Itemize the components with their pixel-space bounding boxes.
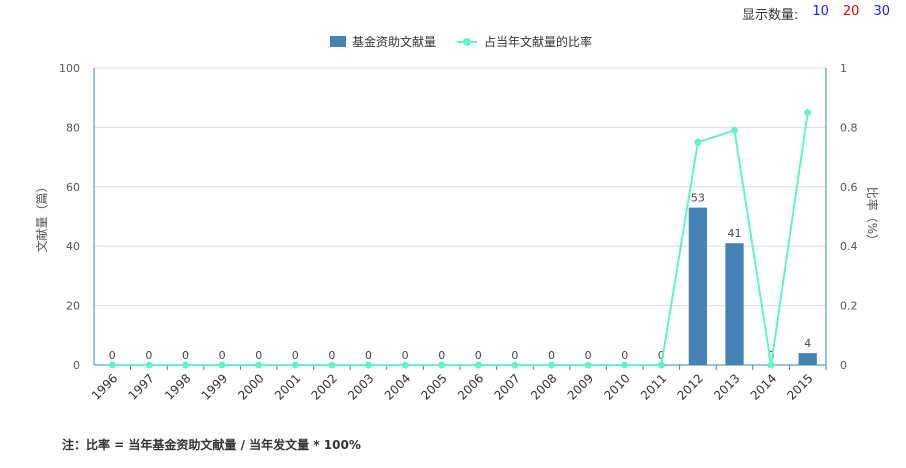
bar-data-label: 0 <box>292 349 299 362</box>
ratio-point <box>182 361 189 369</box>
y-tick-label: 40 <box>66 240 80 253</box>
y2-tick-label: 0.8 <box>840 121 858 134</box>
ratio-point <box>145 361 153 369</box>
ratio-point <box>474 361 482 369</box>
y-tick-label: 60 <box>66 181 80 194</box>
x-tick-label: 2002 <box>309 371 340 402</box>
bar-data-label: 0 <box>511 349 518 362</box>
y-axis-title: 文献量（篇） <box>34 180 49 252</box>
ratio-point <box>767 361 775 369</box>
y2-tick-label: 0 <box>840 359 847 372</box>
ratio-point <box>511 361 519 369</box>
bar-data-label: 0 <box>438 349 445 362</box>
ratio-point <box>438 361 446 369</box>
bar-data-label: 0 <box>365 349 372 362</box>
x-tick-label: 2014 <box>748 371 779 402</box>
bar-data-label: 0 <box>109 349 116 362</box>
x-tick-label: 2009 <box>565 371 596 402</box>
x-tick-label: 2000 <box>235 371 266 402</box>
y-tick-label: 100 <box>59 62 80 75</box>
y2-axis-title: 比率（%） <box>865 187 880 246</box>
bar <box>725 243 744 365</box>
ratio-point <box>731 126 738 134</box>
ratio-note: 注：比率 = 当年基金资助文献量 / 当年发文量 * 100% <box>62 438 361 452</box>
ratio-point <box>694 138 702 146</box>
bar-data-label: 0 <box>219 349 226 362</box>
x-tick-label: 2003 <box>345 371 376 402</box>
x-tick-label: 2007 <box>492 371 523 402</box>
bar-data-label: 0 <box>182 349 189 362</box>
y-tick-label: 20 <box>66 300 80 313</box>
legend-swatch-point <box>463 38 471 46</box>
y2-tick-label: 0.2 <box>840 300 858 313</box>
y-tick-label: 80 <box>66 121 80 134</box>
legend-label-bar: 基金资助文献量 <box>352 34 436 49</box>
x-tick-label: 2011 <box>638 371 669 402</box>
bar-data-label: 53 <box>691 192 705 205</box>
funding-chart: 02040608010000.20.40.60.81文献量（篇） 比率（%）199… <box>34 34 880 403</box>
x-tick-label: 2004 <box>382 371 413 402</box>
ratio-point <box>365 361 372 369</box>
x-tick-label: 2013 <box>711 371 742 402</box>
bar <box>798 353 817 365</box>
ratio-point <box>328 361 336 369</box>
x-tick-label: 1997 <box>126 371 157 402</box>
x-tick-label: 2001 <box>272 371 303 402</box>
x-tick-label: 2010 <box>601 371 632 402</box>
ratio-point <box>291 361 299 369</box>
ratio-point <box>657 361 665 369</box>
bar-data-label: 0 <box>585 349 592 362</box>
ratio-point <box>548 361 555 369</box>
legend-swatch-bar <box>330 36 346 47</box>
ratio-point <box>218 361 226 369</box>
legend-label-line: 占当年文献量的比率 <box>484 34 592 49</box>
bar-data-label: 41 <box>728 227 742 240</box>
x-tick-label: 2015 <box>784 371 815 402</box>
bar <box>688 207 708 365</box>
x-tick-label: 2008 <box>528 371 559 402</box>
ratio-point <box>108 361 116 369</box>
x-tick-label: 1999 <box>199 371 230 402</box>
y2-tick-label: 0.6 <box>840 181 858 194</box>
ratio-point <box>255 361 263 369</box>
bar-data-label: 0 <box>255 349 262 362</box>
ratio-point <box>621 361 629 369</box>
x-tick-label: 2005 <box>418 371 449 402</box>
bar-data-label: 0 <box>621 349 628 362</box>
x-tick-label: 2012 <box>675 371 706 402</box>
bar-data-label: 0 <box>145 349 152 362</box>
x-tick-label: 2006 <box>455 371 486 402</box>
ratio-point <box>804 109 812 117</box>
y2-tick-label: 1 <box>840 62 847 75</box>
ratio-point <box>401 361 409 369</box>
bar-data-label: 0 <box>328 349 335 362</box>
bar-data-label: 4 <box>804 337 811 350</box>
y-tick-label: 0 <box>73 359 80 372</box>
ratio-point <box>584 361 592 369</box>
x-tick-label: 1998 <box>162 371 193 402</box>
bar-data-label: 0 <box>548 349 555 362</box>
y2-tick-label: 0.4 <box>840 240 858 253</box>
bar-data-label: 0 <box>402 349 409 362</box>
bar-data-label: 0 <box>475 349 482 362</box>
x-tick-label: 1996 <box>89 371 120 402</box>
